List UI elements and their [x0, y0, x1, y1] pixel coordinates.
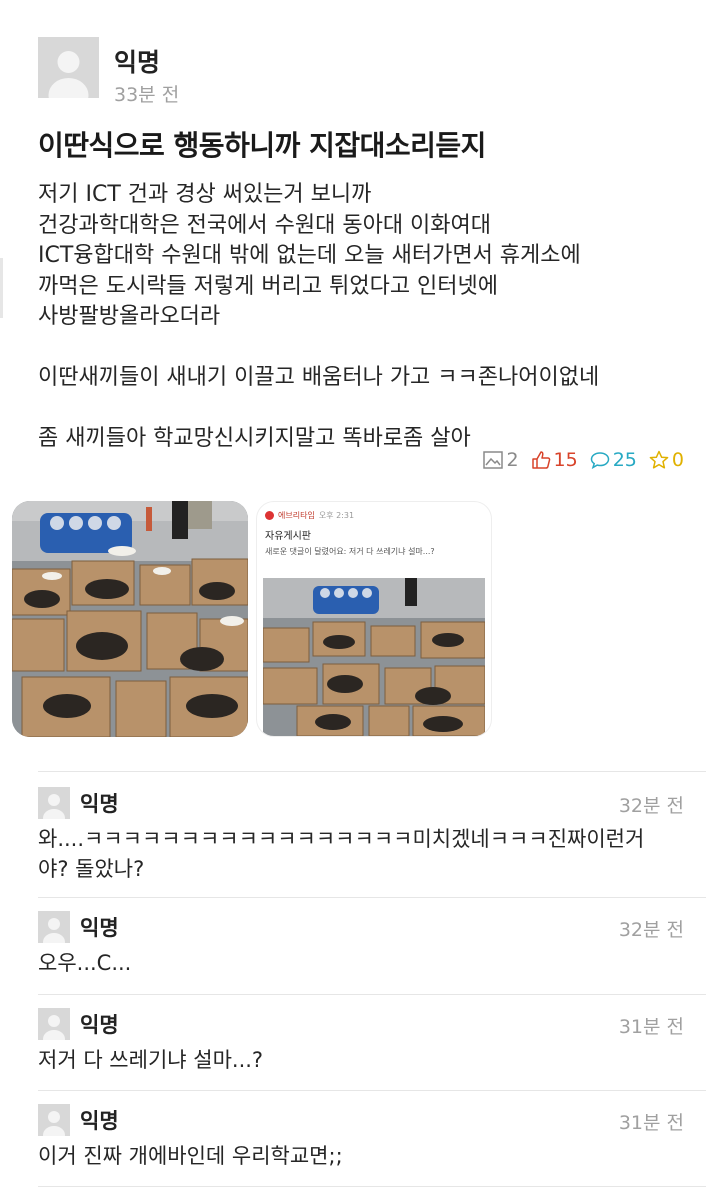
comment-count-button[interactable]: 25 — [590, 449, 637, 471]
screenshot-board-name: 자유게시판 — [265, 531, 311, 542]
comment-time: 32분 전 — [618, 795, 684, 817]
scroll-edge-indicator — [0, 258, 3, 318]
comment-text: 와....ㅋㅋㅋㅋㅋㅋㅋㅋㅋㅋㅋㅋㅋㅋㅋㅋㅋ미치겠네ㅋㅋㅋ진짜이런거 야? 돌았… — [38, 824, 678, 884]
screenshot-header: 에브리타임 오후 2:31 자유게시판 새로운 댓글이 달렸어요: 저거 다 쓰… — [265, 510, 483, 557]
screenshot-time: 오후 2:31 — [318, 511, 355, 520]
like-button[interactable]: 15 — [531, 449, 578, 471]
post-body-line: 저기 ICT 건과 경상 써있는거 보니까 — [38, 182, 372, 207]
post-body-line: 사방팔방올라오더라 — [38, 304, 221, 329]
photo-garbage-boxes-small — [263, 578, 485, 736]
comment-text: 이거 진짜 개에바인데 우리학교면;; — [38, 1141, 678, 1171]
divider — [38, 994, 706, 995]
screenshot-app-row: 에브리타임 오후 2:31 — [265, 510, 483, 521]
comment-author: 익명 — [80, 916, 119, 940]
post-body-line: ICT융합대학 수원대 밖에 없는데 오늘 새터가면서 휴게소에 — [38, 243, 581, 268]
screenshot-notice: 새로운 댓글이 달렸어요: 저거 다 쓰레기냐 설마...? — [265, 547, 435, 556]
avatar — [38, 787, 70, 819]
comment-text: 저거 다 쓰레기냐 설마...? — [38, 1045, 678, 1075]
comment-time: 32분 전 — [618, 919, 684, 941]
app-logo-icon — [265, 511, 274, 520]
comment-author: 익명 — [80, 1013, 119, 1037]
comment-text-line: 와....ㅋㅋㅋㅋㅋㅋㅋㅋㅋㅋㅋㅋㅋㅋㅋㅋㅋ미치겠네ㅋㅋㅋ진짜이런거 — [38, 827, 645, 851]
post-body-blank-line — [38, 333, 688, 364]
scrap-count: 0 — [671, 449, 684, 471]
comment-text-line: 저거 다 쓰레기냐 설마...? — [38, 1048, 264, 1072]
comment-text-line: 오우...C... — [38, 951, 132, 975]
speech-bubble-icon — [590, 452, 609, 469]
comment-text-line: 야? 돌았나? — [38, 857, 145, 881]
divider — [38, 771, 706, 772]
scrap-button[interactable]: 0 — [649, 449, 684, 471]
picture-count: 2 — [483, 449, 519, 471]
post-author-name: 익명 — [114, 48, 161, 77]
photo-garbage-boxes — [12, 501, 248, 737]
picture-count-value: 2 — [506, 449, 519, 471]
avatar — [38, 37, 99, 98]
post-body-line: 이딴새끼들이 새내기 이끌고 배움터나 가고 ㅋㅋ존나어이없네 — [38, 365, 600, 390]
post-body: 저기 ICT 건과 경상 써있는거 보니까 건강과학대학은 전국에서 수원대 동… — [38, 180, 688, 455]
like-count: 15 — [553, 449, 578, 471]
post-body-line: 까먹은 도시락들 저렇게 버리고 튀었다고 인터넷에 — [38, 273, 499, 299]
divider — [38, 1090, 706, 1091]
post-body-line: 건강과학대학은 전국에서 수원대 동아대 이화여대 — [38, 212, 492, 238]
divider — [38, 1186, 706, 1187]
avatar — [38, 1104, 70, 1136]
avatar-icon — [38, 1104, 70, 1136]
post-photo-1[interactable] — [12, 501, 248, 737]
post-body-blank-line — [38, 394, 688, 425]
screenshot-app-name: 에브리타임 — [278, 511, 315, 520]
avatar-icon — [38, 911, 70, 943]
star-icon — [649, 450, 669, 469]
comment-author: 익명 — [80, 792, 119, 816]
picture-icon — [483, 451, 504, 469]
avatar-icon — [38, 1008, 70, 1040]
comment-text: 오우...C... — [38, 948, 678, 978]
post-title: 이딴식으로 행동하니까 지잡대소리듣지 — [38, 129, 486, 162]
avatar — [38, 911, 70, 943]
comment-time: 31분 전 — [618, 1112, 684, 1134]
post-time: 33분 전 — [114, 84, 180, 106]
post-photo-2[interactable]: 에브리타임 오후 2:31 자유게시판 새로운 댓글이 달렸어요: 저거 다 쓰… — [256, 501, 492, 737]
comment-text-line: 이거 진짜 개에바인데 우리학교면;; — [38, 1144, 343, 1168]
divider — [38, 897, 706, 898]
thumb-up-icon — [531, 451, 550, 469]
post-stats: 2 15 25 0 — [471, 449, 684, 471]
comment-author: 익명 — [80, 1109, 119, 1133]
avatar-icon — [38, 37, 99, 98]
avatar-icon — [38, 787, 70, 819]
avatar — [38, 1008, 70, 1040]
comment-count: 25 — [612, 449, 637, 471]
comment-time: 31분 전 — [618, 1016, 684, 1038]
